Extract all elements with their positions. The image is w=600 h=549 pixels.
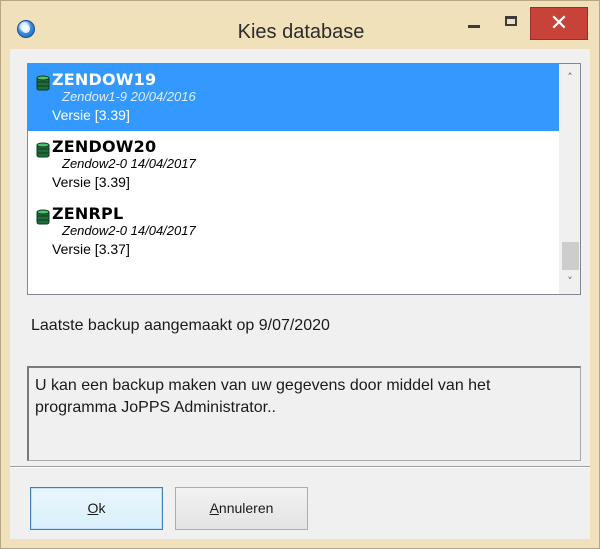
app-icon[interactable]: [17, 20, 35, 38]
scroll-up-icon[interactable]: ˄: [560, 68, 580, 88]
database-description: Zendow1-9 20/04/2016: [62, 89, 196, 104]
title-bar[interactable]: Kies database ✕: [1, 1, 599, 49]
database-description: Zendow2-0 14/04/2017: [62, 223, 196, 238]
close-button[interactable]: ✕: [530, 7, 588, 40]
database-description: Zendow2-0 14/04/2017: [62, 156, 196, 171]
maximize-icon: [505, 16, 517, 26]
list-scrollbar[interactable]: ˄ ˅: [559, 64, 580, 294]
divider: [10, 466, 590, 468]
database-list[interactable]: ZENDOW19 Zendow1-9 20/04/2016 Versie [3.…: [27, 63, 581, 295]
minimize-button[interactable]: [456, 7, 490, 40]
database-version: Versie [3.37]: [52, 241, 130, 257]
ok-button-label: k: [98, 500, 106, 516]
ok-button-accel: O: [87, 500, 99, 516]
minimize-icon: [468, 25, 480, 28]
close-icon: ✕: [549, 11, 569, 36]
database-version: Versie [3.39]: [52, 107, 130, 123]
database-icon: [36, 209, 50, 225]
database-name: ZENRPL: [52, 204, 124, 223]
database-version: Versie [3.39]: [52, 174, 130, 190]
database-item-zenrpl[interactable]: ZENRPL Zendow2-0 14/04/2017 Versie [3.37…: [28, 198, 560, 265]
database-item-zendow20[interactable]: ZENDOW20 Zendow2-0 14/04/2017 Versie [3.…: [28, 131, 560, 198]
scroll-thumb[interactable]: [562, 242, 579, 270]
cancel-button-accel: A: [209, 500, 219, 516]
database-name: ZENDOW19: [52, 70, 157, 89]
info-message-box: U kan een backup maken van uw gegevens d…: [27, 366, 581, 461]
database-icon: [36, 75, 50, 91]
window-title: Kies database: [237, 21, 365, 43]
ok-button[interactable]: Ok: [30, 487, 163, 530]
scroll-down-icon[interactable]: ˅: [560, 272, 580, 292]
database-icon: [36, 142, 50, 158]
cancel-button-label: nnuleren: [218, 500, 274, 516]
maximize-button[interactable]: [494, 7, 528, 40]
dialog-window: Kies database ✕ ZENDOW19 Zendow1-9 20/04…: [0, 0, 600, 549]
last-backup-label: Laatste backup aangemaakt op 9/07/2020: [31, 317, 330, 334]
database-name: ZENDOW20: [52, 137, 157, 156]
database-item-zendow19[interactable]: ZENDOW19 Zendow1-9 20/04/2016 Versie [3.…: [28, 64, 560, 131]
cancel-button[interactable]: Annuleren: [175, 487, 308, 530]
database-list-items: ZENDOW19 Zendow1-9 20/04/2016 Versie [3.…: [28, 64, 560, 265]
info-message: U kan een backup maken van uw gegevens d…: [35, 377, 491, 416]
dialog-body: ZENDOW19 Zendow1-9 20/04/2016 Versie [3.…: [10, 49, 590, 539]
